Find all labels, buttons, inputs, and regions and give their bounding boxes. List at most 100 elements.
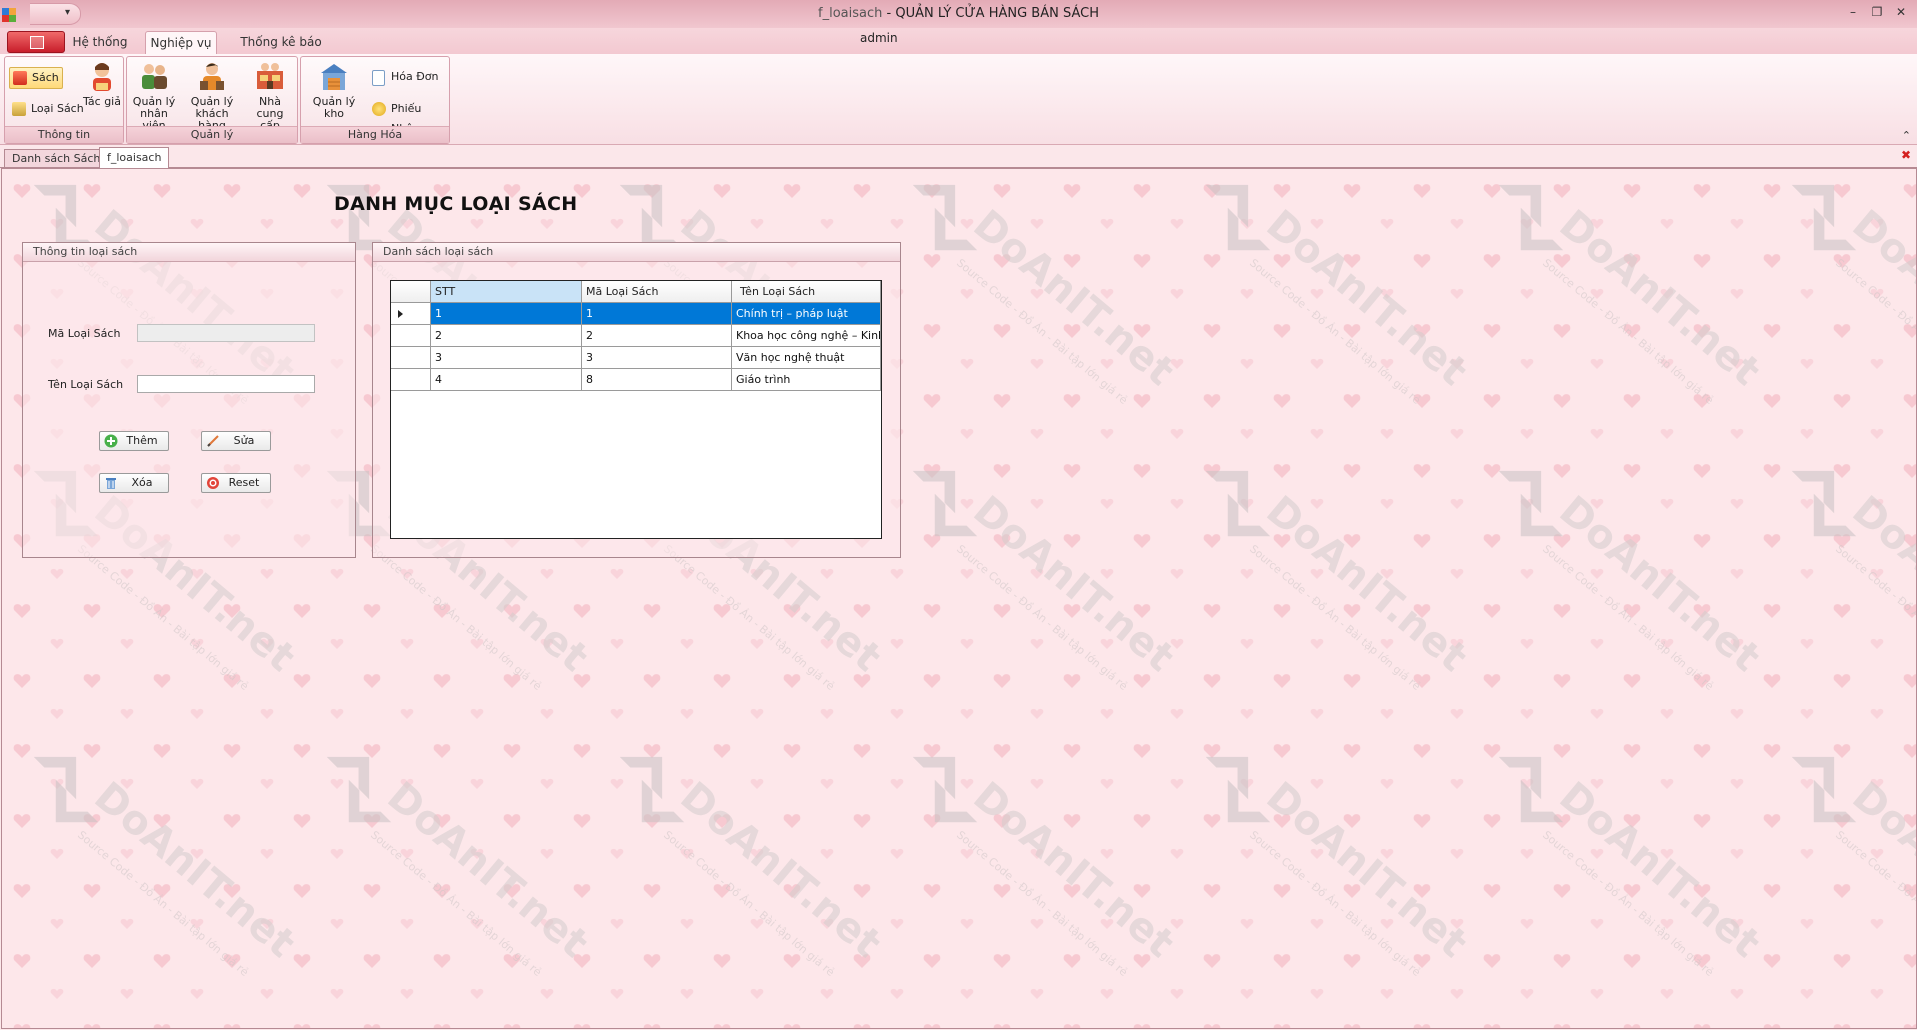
invoice-icon [372, 70, 385, 86]
ribbon-panel: Sách Loại Sách Tác giả Thông tin Quản lý… [0, 54, 1917, 145]
ten-loai-sach-field[interactable] [137, 375, 315, 393]
nha-cung-cap-label-1: Nhà cung [256, 95, 284, 120]
reset-icon [206, 476, 220, 490]
list-groupbox: Danh sách loại sách STT Mã Loại Sách Tên… [372, 242, 901, 558]
tac-gia-button[interactable]: Tác giả [83, 61, 121, 108]
title-bar: ▾ f_loaisach - QUẢN LÝ CỬA HÀNG BÁN SÁCH… [0, 0, 1917, 29]
quan-ly-nhan-vien-button[interactable]: Quản lý nhân viên [129, 61, 179, 132]
author-icon [87, 61, 117, 93]
cell-stt[interactable]: 2 [431, 325, 582, 347]
nha-cung-cap-button[interactable]: Nhà cung cấp [245, 61, 295, 132]
cell-ten-loai-sach[interactable]: Chính trị – pháp luật [732, 303, 881, 325]
cell-ma-loai-sach[interactable]: 8 [582, 369, 732, 391]
loai-sach-label: Loại Sách [31, 102, 84, 115]
ribbon-group-quan-ly: Quản lý nhân viên Quản lý khách hàng [126, 56, 298, 144]
loai-sach-datagrid[interactable]: STT Mã Loại Sách Tên Loại Sách 1 1 Chính… [390, 280, 882, 539]
application-menu-button[interactable] [7, 31, 65, 53]
table-row[interactable]: 3 3 Văn học nghệ thuật [391, 347, 881, 369]
collapse-ribbon-icon[interactable]: ⌃ [1902, 129, 1911, 142]
cell-ten-loai-sach[interactable]: Văn học nghệ thuật [732, 347, 881, 369]
table-row[interactable]: 2 2 Khoa học công nghệ – Kinh tế [391, 325, 881, 347]
minimize-button[interactable]: – [1845, 4, 1861, 20]
xoa-button[interactable]: Xóa [99, 473, 169, 493]
reset-button[interactable]: Reset [201, 473, 271, 493]
supplier-icon [255, 61, 285, 93]
form-content: DoAnIT.net Source Code - Đồ Án - Bài tập… [1, 168, 1917, 1029]
table-row[interactable]: 1 1 Chính trị – pháp luật [391, 303, 881, 325]
ribbon-group-title-quan-ly: Quản lý [127, 126, 297, 143]
ribbon-group-title-thong-tin: Thông tin [5, 126, 123, 143]
add-icon [104, 434, 118, 448]
hoa-don-button[interactable]: Hóa Đơn [369, 67, 438, 87]
column-header-ten-loai-sach[interactable]: Tên Loại Sách [732, 281, 881, 303]
ma-loai-sach-field[interactable] [137, 324, 315, 342]
ribbon-group-thong-tin: Sách Loại Sách Tác giả Thông tin [4, 56, 124, 144]
cell-stt[interactable]: 3 [431, 347, 582, 369]
window-controls: – ❐ ✕ [1845, 4, 1909, 20]
reset-label: Reset [228, 476, 260, 489]
row-header-cell[interactable] [391, 303, 431, 325]
close-button[interactable]: ✕ [1893, 4, 1909, 20]
tab-he-thong[interactable]: Hệ thống [72, 31, 128, 53]
hoa-don-label: Hóa Đơn [391, 70, 439, 83]
column-header-ma-loai-sach[interactable]: Mã Loại Sách [582, 281, 732, 303]
delete-icon [104, 476, 118, 490]
grid-header-row: STT Mã Loại Sách Tên Loại Sách [391, 281, 881, 303]
page-title: DANH MỤC LOẠI SÁCH [334, 193, 578, 215]
app-menu-icon [30, 36, 44, 49]
ma-loai-sach-label: Mã Loại Sách [48, 327, 121, 340]
window-title: f_loaisach - QUẢN LÝ CỬA HÀNG BÁN SÁCH [0, 6, 1917, 21]
row-header-cell[interactable] [391, 369, 431, 391]
loai-sach-button[interactable]: Loại Sách [9, 99, 84, 119]
doc-tab-danh-sach-sach[interactable]: Danh sách Sách [4, 149, 109, 167]
close-document-icon[interactable]: ✖ [1901, 148, 1911, 162]
sua-button[interactable]: Sửa [201, 431, 271, 451]
tac-gia-label: Tác giả [83, 95, 121, 108]
maximize-button[interactable]: ❐ [1869, 4, 1885, 20]
them-label: Thêm [126, 434, 158, 447]
quan-ly-kho-button[interactable]: Quản lý kho [303, 61, 365, 120]
edit-icon [206, 434, 220, 448]
tab-nghiep-vu[interactable]: Nghiệp vụ [145, 31, 217, 54]
cell-stt[interactable]: 4 [431, 369, 582, 391]
window-title-doc: f_loaisach [818, 6, 883, 21]
them-button[interactable]: Thêm [99, 431, 169, 451]
row-header-cell[interactable] [391, 325, 431, 347]
book-icon [13, 71, 27, 85]
cell-ma-loai-sach[interactable]: 3 [582, 347, 732, 369]
row-header-cell[interactable] [391, 347, 431, 369]
cell-ten-loai-sach[interactable]: Khoa học công nghệ – Kinh tế [732, 325, 881, 347]
warehouse-icon [319, 61, 349, 93]
receipt-icon [372, 102, 386, 116]
cell-stt[interactable]: 1 [431, 303, 582, 325]
ribbon-group-title-hang-hoa: Hàng Hóa [301, 126, 449, 143]
customers-icon [197, 61, 227, 93]
ten-loai-sach-label: Tên Loại Sách [48, 378, 124, 391]
sua-label: Sửa [233, 434, 255, 447]
ribbon-tab-row: Hệ thống Nghiệp vụ Thống kê báo cáo admi… [0, 28, 1917, 71]
sach-button[interactable]: Sách [9, 67, 63, 89]
list-groupbox-title: Danh sách loại sách [373, 243, 900, 262]
ribbon-group-hang-hoa: Quản lý kho Hóa Đơn Phiếu Nhập Hàng Hóa [300, 56, 450, 144]
cell-ma-loai-sach[interactable]: 1 [582, 303, 732, 325]
table-row[interactable]: 4 8 Giáo trình [391, 369, 881, 391]
info-groupbox: Thông tin loại sách Mã Loại Sách Tên Loạ… [22, 242, 356, 558]
grid-corner-cell [391, 281, 431, 303]
sach-label: Sách [32, 71, 59, 84]
quan-ly-kho-label: Quản lý kho [312, 95, 356, 120]
cell-ma-loai-sach[interactable]: 2 [582, 325, 732, 347]
window-title-app: - QUẢN LÝ CỬA HÀNG BÁN SÁCH [882, 6, 1099, 21]
info-groupbox-title: Thông tin loại sách [23, 243, 355, 262]
current-row-icon [398, 310, 403, 318]
employees-icon [139, 61, 169, 93]
quan-ly-khach-hang-button[interactable]: Quản lý khách hàng [183, 61, 241, 132]
logged-in-user: admin [860, 31, 898, 45]
column-header-stt[interactable]: STT [431, 281, 582, 303]
tab-thong-ke-bao-cao[interactable]: Thống kê báo cáo [233, 31, 329, 71]
document-tab-strip: Danh sách Sách f_loaisach ✖ [0, 145, 1917, 168]
xoa-label: Xóa [131, 476, 153, 489]
category-icon [12, 102, 26, 116]
phieu-nhap-button[interactable]: Phiếu Nhập [369, 99, 449, 135]
cell-ten-loai-sach[interactable]: Giáo trình [732, 369, 881, 391]
doc-tab-f-loaisach[interactable]: f_loaisach [99, 147, 170, 168]
